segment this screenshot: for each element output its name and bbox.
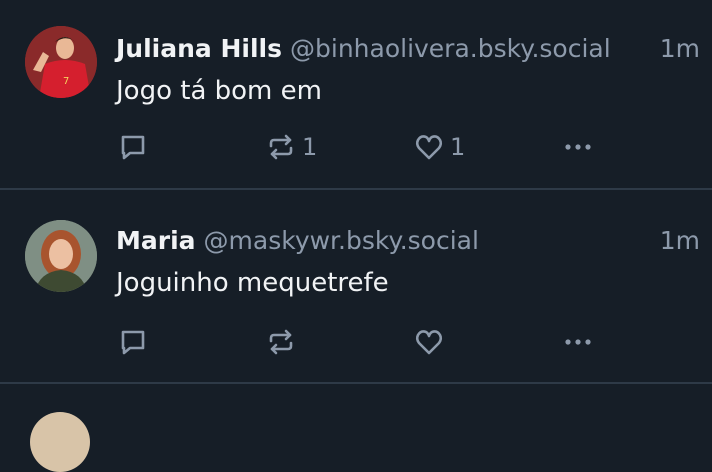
author-handle[interactable]: @binhaolivera.bsky.social (290, 32, 611, 66)
avatar[interactable] (25, 220, 97, 292)
feed-post[interactable]: 7 Juliana Hills @binhaolivera.bsky.socia… (0, 0, 712, 190)
post-text: Jogo tá bom em (116, 76, 322, 106)
author-handle[interactable]: @maskywr.bsky.social (204, 224, 479, 258)
heart-icon (415, 330, 443, 355)
like-button[interactable] (414, 326, 450, 358)
reply-button[interactable] (118, 131, 148, 163)
post-actions: 1 1 (116, 131, 636, 163)
post-text: Joguinho mequetrefe (116, 268, 389, 298)
repost-button[interactable] (266, 326, 302, 358)
speech-bubble-icon (121, 330, 145, 355)
ellipsis-icon (565, 144, 591, 150)
speech-bubble-icon (121, 135, 145, 160)
avatar[interactable] (30, 412, 90, 472)
more-options-button[interactable] (563, 326, 593, 358)
author-display-name[interactable]: Juliana Hills (116, 32, 282, 66)
like-count: 1 (450, 133, 466, 161)
svg-text:7: 7 (63, 76, 69, 87)
repost-count: 1 (302, 133, 318, 161)
like-button[interactable]: 1 (414, 131, 465, 163)
repost-arrows-icon (269, 134, 293, 160)
avatar[interactable]: 7 (25, 26, 97, 98)
post-timestamp[interactable]: 1m (648, 32, 700, 66)
post-actions (116, 326, 636, 358)
post-header: Maria @maskywr.bsky.social 1m (116, 224, 700, 258)
post-header: Juliana Hills @binhaolivera.bsky.social … (116, 32, 700, 66)
ellipsis-icon (565, 339, 591, 345)
repost-arrows-icon (269, 329, 293, 355)
author-display-name[interactable]: Maria (116, 224, 196, 258)
heart-icon (415, 135, 443, 160)
reply-button[interactable] (118, 326, 148, 358)
post-timestamp[interactable]: 1m (648, 224, 700, 258)
more-options-button[interactable] (563, 131, 593, 163)
repost-button[interactable]: 1 (266, 131, 317, 163)
feed-post[interactable]: Maria @maskywr.bsky.social 1m Joguinho m… (0, 192, 712, 384)
